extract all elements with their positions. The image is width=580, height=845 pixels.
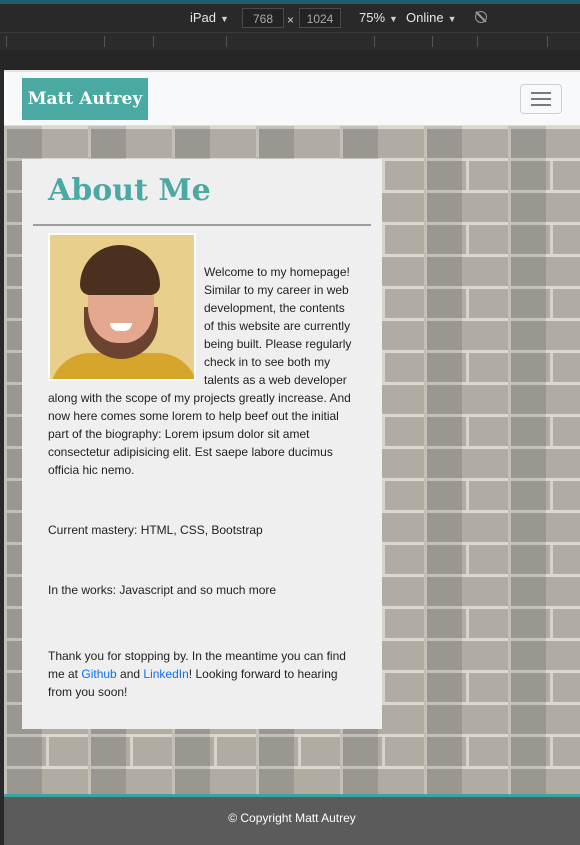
- mastery-paragraph: Current mastery: HTML, CSS, Bootstrap: [48, 523, 263, 537]
- works-paragraph: In the works: Javascript and so much mor…: [48, 583, 277, 597]
- github-link[interactable]: Github: [81, 667, 116, 681]
- intro-paragraph: Welcome to my homepage! Similar to my ca…: [48, 265, 352, 477]
- width-input[interactable]: 768: [242, 8, 284, 28]
- footer: © Copyright Matt Autrey: [4, 794, 580, 845]
- divider: [33, 224, 371, 226]
- zoom-select[interactable]: 75% ▼: [359, 11, 398, 26]
- rotate-icon[interactable]: [475, 11, 487, 23]
- linkedin-link[interactable]: LinkedIn: [143, 667, 188, 681]
- menu-toggle-button[interactable]: [520, 84, 562, 114]
- about-card: About Me Welcome to my homepage! Similar…: [22, 159, 382, 729]
- viewport-gutter: [0, 50, 580, 70]
- ruler-bar: [0, 32, 580, 52]
- page-title: About Me: [48, 173, 211, 208]
- device-toolbar: iPad ▼ 768 × 1024 75% ▼ Online ▼: [0, 4, 580, 32]
- device-label: iPad: [190, 10, 217, 25]
- times-icon: ×: [287, 13, 295, 27]
- network-select[interactable]: Online ▼: [406, 11, 457, 26]
- navbar: Matt Autrey: [4, 70, 580, 126]
- page-viewport: Matt Autrey About Me Welcome to my homep…: [4, 70, 580, 845]
- network-label: Online: [406, 10, 444, 25]
- hamburger-icon: [531, 92, 551, 94]
- zoom-label: 75%: [359, 10, 386, 25]
- chevron-down-icon: ▼: [220, 14, 229, 24]
- copyright-text: © Copyright Matt Autrey: [228, 811, 356, 825]
- chevron-down-icon: ▼: [447, 14, 457, 24]
- contact-paragraph: Thank you for stopping by. In the meanti…: [48, 649, 346, 699]
- height-input[interactable]: 1024: [299, 8, 341, 28]
- brand-logo[interactable]: Matt Autrey: [22, 78, 148, 120]
- chevron-down-icon: ▼: [389, 14, 398, 24]
- device-select[interactable]: iPad ▼: [190, 11, 229, 26]
